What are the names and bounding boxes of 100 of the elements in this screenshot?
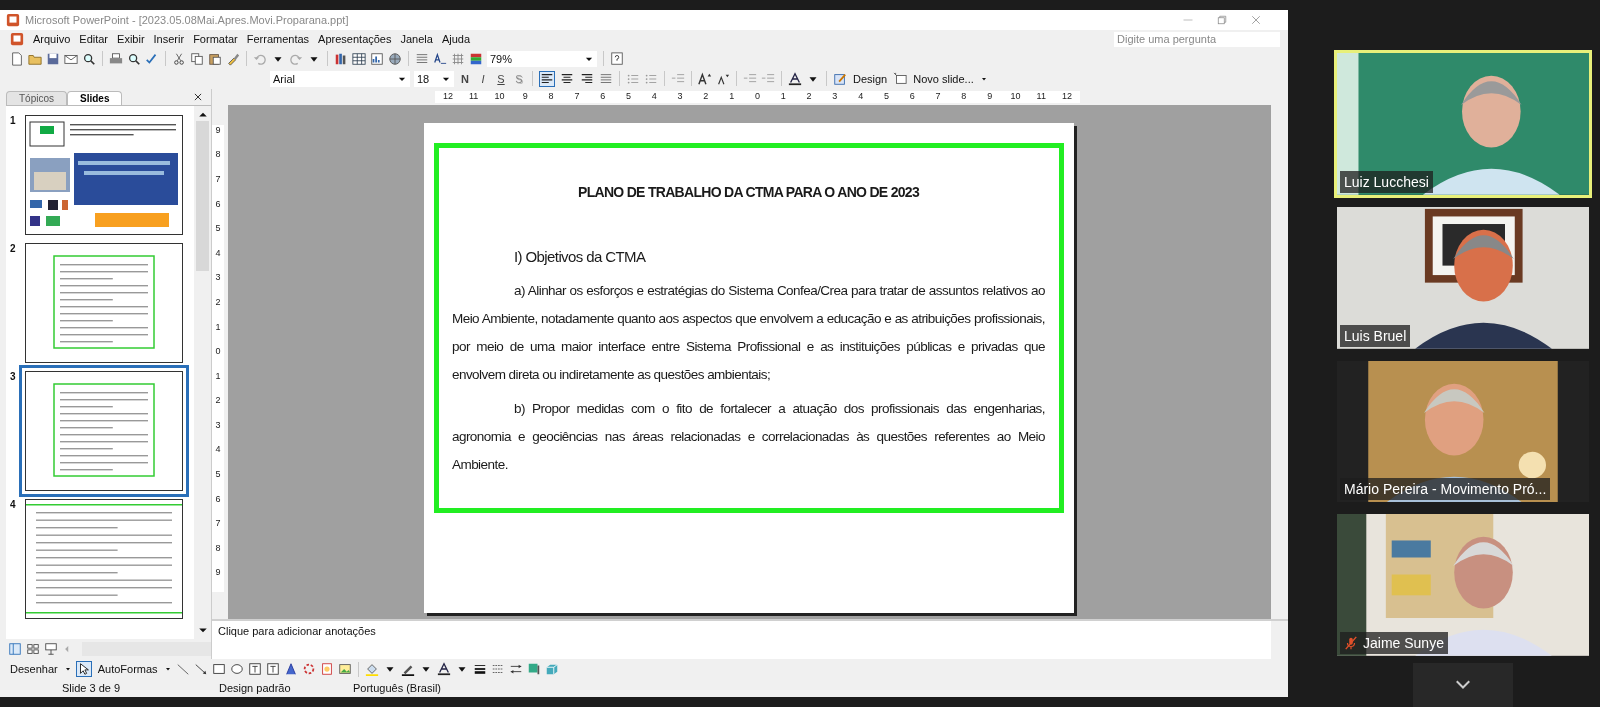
image-icon[interactable] <box>337 662 352 677</box>
fill-color-icon[interactable] <box>364 662 379 677</box>
align-left-button[interactable] <box>539 70 555 87</box>
underline-button[interactable]: S <box>494 72 508 85</box>
ruler-number: 0 <box>212 346 224 371</box>
text-icon[interactable] <box>433 51 447 66</box>
line-style-icon[interactable] <box>472 662 487 677</box>
participant-name: Luis Bruel <box>1344 327 1407 344</box>
format-painter-icon[interactable] <box>226 51 240 66</box>
font-color-icon[interactable] <box>436 662 451 677</box>
normal-view-icon[interactable] <box>8 642 22 657</box>
menu-item[interactable]: Editar <box>79 33 109 46</box>
lines-icon[interactable] <box>415 51 429 66</box>
spelling-icon[interactable] <box>145 51 159 66</box>
ruler-number: 7 <box>212 173 224 199</box>
app-icon[interactable] <box>10 32 24 47</box>
books-icon[interactable] <box>334 51 348 66</box>
panel-tab[interactable]: Slides <box>67 90 123 105</box>
ruler-number: 3 <box>212 272 224 297</box>
menu-item[interactable]: Formatar <box>193 33 238 46</box>
ruler-number: 9 <box>212 567 224 593</box>
paste-icon[interactable] <box>208 51 222 66</box>
bold-button[interactable]: N <box>458 72 472 85</box>
ruler-number: 4 <box>212 444 224 470</box>
slide-number: 3 <box>10 370 17 384</box>
slide-thumbnail[interactable] <box>19 364 189 497</box>
font-combo[interactable]: Arial <box>270 70 410 87</box>
design-icon[interactable] <box>833 71 847 86</box>
new-slide-button[interactable]: Novo slide... <box>911 72 976 85</box>
vertical-scrollbar[interactable] <box>1271 104 1288 620</box>
increase-font-icon[interactable] <box>698 71 712 86</box>
ellipse-icon[interactable] <box>229 662 244 677</box>
text-box-icon[interactable] <box>247 662 262 677</box>
menu-item[interactable]: Arquivo <box>33 33 71 46</box>
menu-item[interactable]: Janela <box>400 33 433 46</box>
print-preview-icon[interactable] <box>127 51 141 66</box>
arrow-icon[interactable] <box>193 662 208 677</box>
chart-icon[interactable] <box>370 51 384 66</box>
search-icon[interactable] <box>82 51 96 66</box>
status-text: Design padrão <box>219 682 292 694</box>
ruler-number: 7 <box>212 518 224 543</box>
participant-name: Jaime Sunye <box>1363 635 1444 652</box>
ruler-number: 8 <box>212 149 224 174</box>
copy-icon[interactable] <box>190 51 204 66</box>
status-text: Português (Brasil) <box>353 682 442 694</box>
menu-item[interactable]: Ajuda <box>441 33 471 46</box>
clip-art-icon[interactable] <box>319 662 334 677</box>
vertical-text-box-icon[interactable] <box>265 662 280 677</box>
slide-title: PLANO DE TRABALHO DA CTMA PARA O ANO DE 2023 <box>577 183 921 200</box>
panel-tab[interactable]: Tópicos <box>6 90 67 105</box>
menu-item[interactable]: Ferramentas <box>246 33 310 46</box>
font-color-icon[interactable] <box>788 71 802 86</box>
wordart-icon[interactable] <box>283 662 298 677</box>
font-size-combo[interactable]: 18 <box>414 70 454 87</box>
ruler-number: 2 <box>212 296 224 322</box>
diagram-icon[interactable] <box>301 662 316 677</box>
slide-number: 4 <box>10 498 17 512</box>
horizontal-scrollbar[interactable] <box>82 642 211 657</box>
shadow-icon[interactable] <box>526 662 541 677</box>
scrollbar-thumb[interactable] <box>196 120 209 271</box>
window-title: Microsoft PowerPoint - [2023.05.08Mai.Apres.Movi.Proparana.ppt] <box>25 13 349 26</box>
slide-number: 2 <box>10 242 17 256</box>
menu-item[interactable]: Inserir <box>153 33 185 46</box>
ruler-number: 6 <box>212 493 224 519</box>
italic-button[interactable]: I <box>476 72 490 85</box>
ruler-number: 1 <box>212 370 224 396</box>
ruler-number: 9 <box>212 124 224 150</box>
design-button[interactable]: Design <box>851 72 890 85</box>
zoom-combo[interactable]: 79% <box>487 50 597 67</box>
ruler-number: 4 <box>212 247 224 273</box>
menu-item[interactable]: Apresentações <box>318 33 392 46</box>
color-icon[interactable] <box>469 51 483 66</box>
scissors-icon[interactable] <box>172 51 186 66</box>
ruler-number: 5 <box>212 469 224 494</box>
status-text: Slide 3 de 9 <box>62 682 122 694</box>
slide-sorter-icon[interactable] <box>26 642 40 657</box>
help-search-field[interactable]: Digite uma pergunta <box>1114 31 1280 47</box>
draw-menu[interactable]: Desenhar <box>8 663 60 676</box>
slideshow-icon[interactable] <box>44 642 58 657</box>
slide-paragraph: b) Propor medidas com o fito de fortalecer a atuação dos profissionais das engenharias, agronomia e geociências nas áreas relacionadas e correlacionadas às questões referentes ao Meio Ambiente. <box>452 399 1045 474</box>
ruler-number: 5 <box>212 223 224 248</box>
printer-icon[interactable] <box>109 51 123 66</box>
new-document-icon[interactable] <box>10 51 24 66</box>
participant-name: Mário Pereira - Movimento Pró... <box>1344 481 1547 498</box>
save-icon[interactable] <box>46 51 60 66</box>
slide-number: 1 <box>10 114 17 128</box>
autoshapes-menu[interactable]: AutoFormas <box>95 663 160 676</box>
rectangle-icon[interactable] <box>211 662 226 677</box>
notes-field[interactable]: Clique para adicionar anotações <box>212 621 1271 660</box>
new-slide-icon[interactable] <box>893 71 908 86</box>
slide-heading: I) Objetivos da CTMA <box>514 247 647 265</box>
menu-item[interactable]: Exibir <box>117 33 145 46</box>
columns-icon[interactable] <box>599 71 613 86</box>
ruler-number: 3 <box>212 419 224 445</box>
ruler-number: 6 <box>212 198 224 224</box>
help-icon[interactable] <box>610 51 624 66</box>
close-icon[interactable] <box>193 91 203 102</box>
ruler-number: 8 <box>212 542 224 568</box>
table-icon[interactable] <box>352 51 366 66</box>
globe-icon[interactable] <box>388 51 402 66</box>
